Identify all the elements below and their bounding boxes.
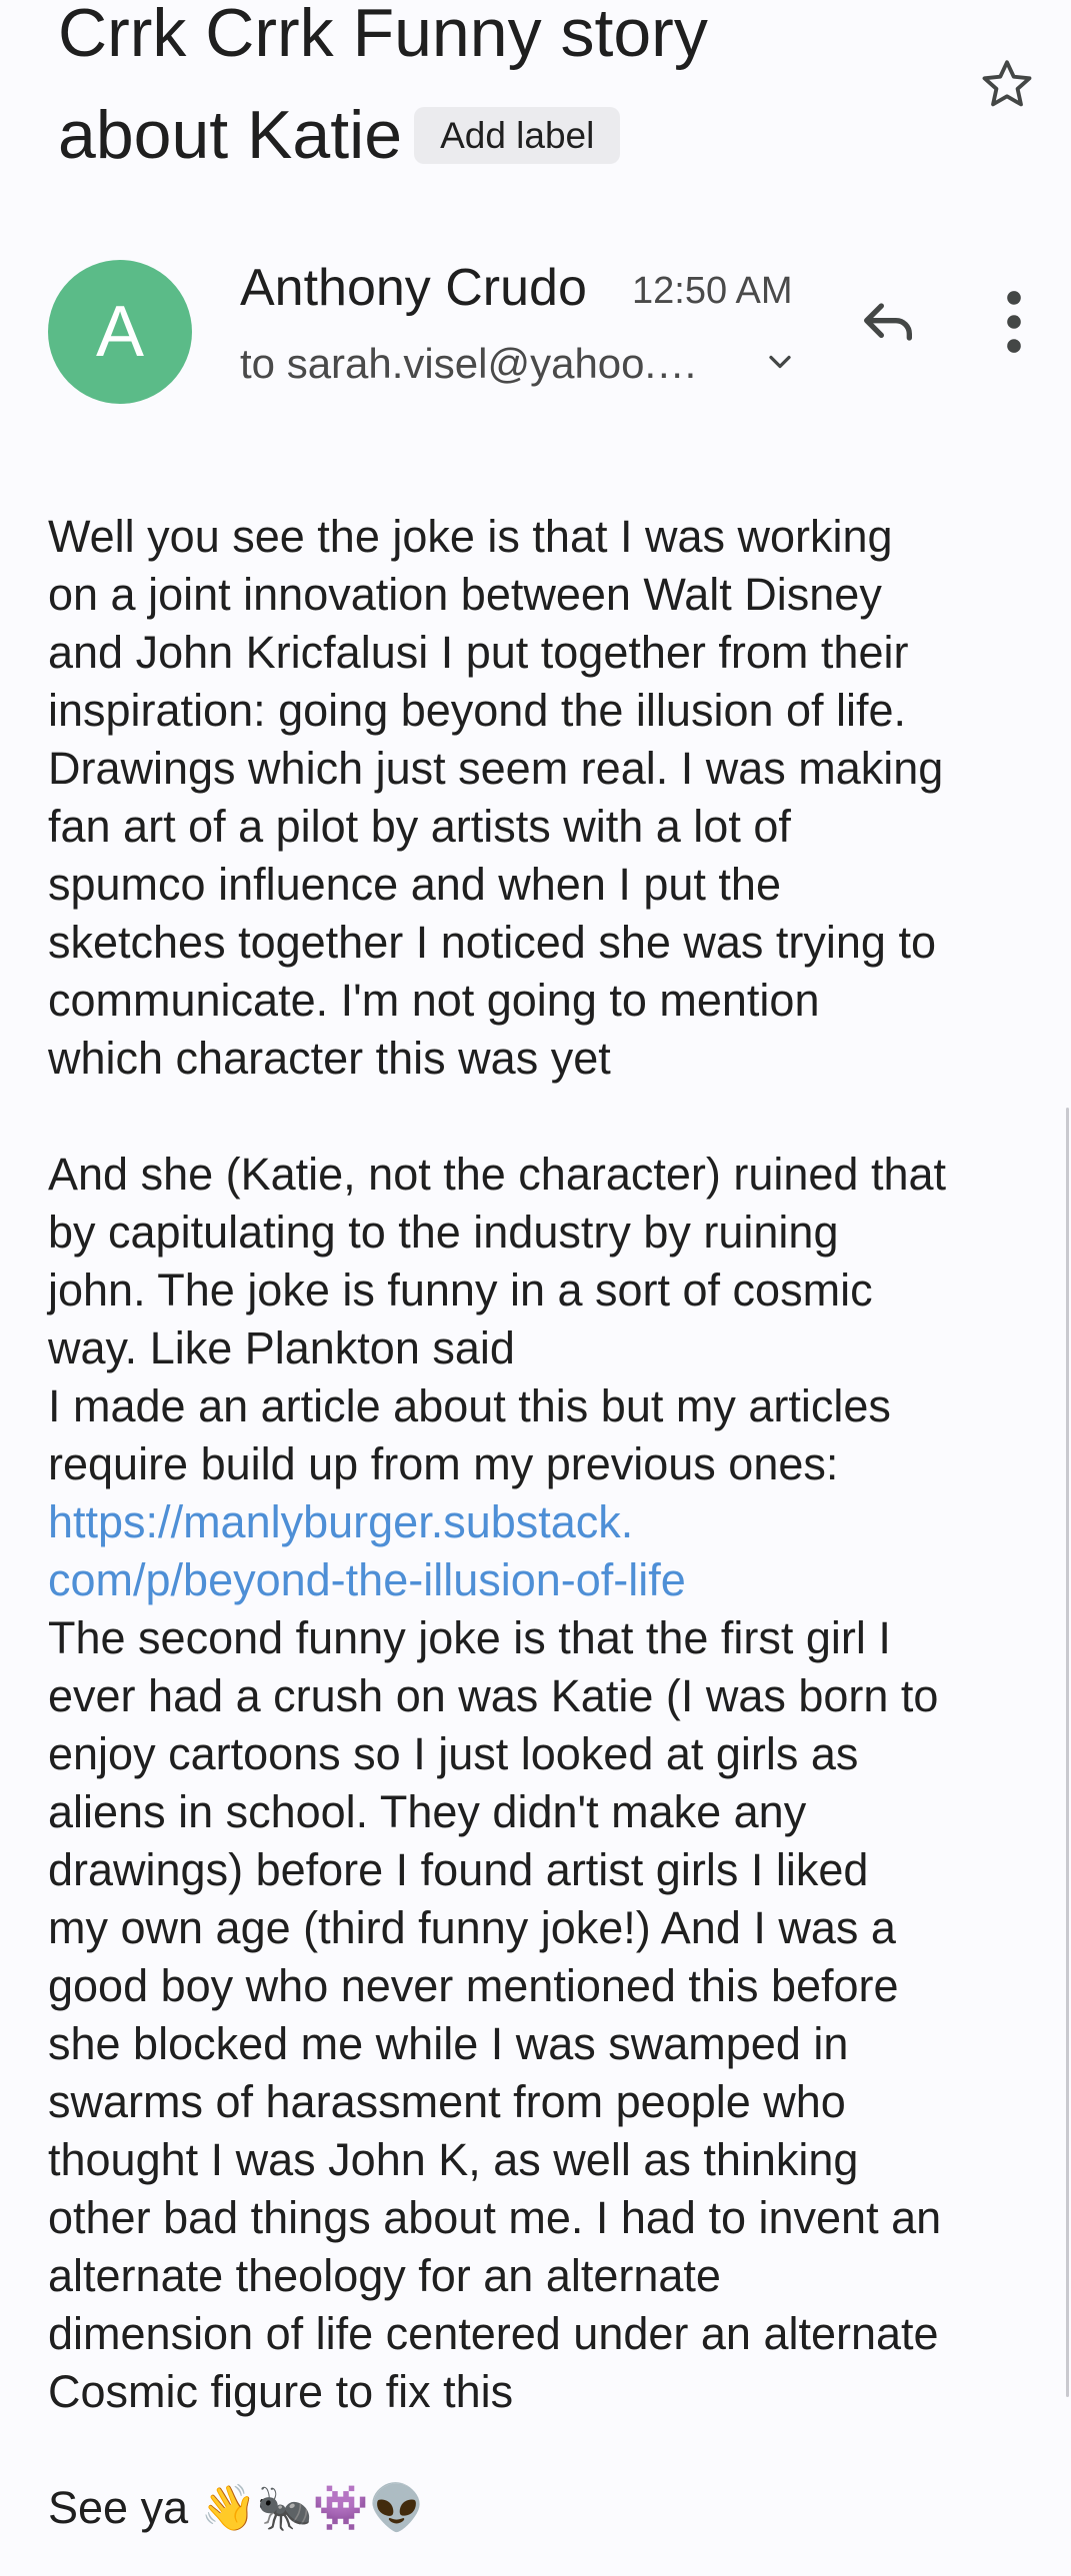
body-line: on a joint innovation between Walt Disne…	[48, 569, 882, 620]
body-line: require build up from my previous ones:	[48, 1438, 839, 1489]
body-line: inspiration: going beyond the illusion o…	[48, 685, 907, 736]
body-line: And she (Katie, not the character) ruine…	[48, 1149, 947, 1200]
body-line: my own age (third funny joke!) And I was…	[48, 1902, 896, 1953]
body-line: john. The joke is funny in a sort of cos…	[48, 1265, 873, 1315]
body-line: spumco influence and when I put the	[48, 859, 781, 910]
add-label-button[interactable]: Add label	[414, 106, 621, 164]
scrollbar[interactable]	[1066, 1108, 1069, 2397]
subject-line-1: Crrk Crrk Funny story	[58, 0, 708, 71]
body-line: alternate theology for an alternate	[48, 2250, 721, 2301]
body-line: ever had a crush on was Katie (I was bor…	[48, 1670, 939, 1721]
body-line: sketches together I noticed she was tryi…	[48, 917, 936, 968]
body-line: by capitulating to the industry by ruini…	[48, 1207, 839, 1258]
body-line: aliens in school. They didn't make any	[48, 1786, 807, 1837]
body-line: The second funny joke is that the first …	[48, 1612, 891, 1663]
email-body: Well you see the joke is that I was work…	[48, 508, 1048, 2537]
body-line: Well you see the joke is that I was work…	[48, 511, 893, 562]
star-icon[interactable]	[976, 54, 1038, 116]
body-line: fan art of a pilot by artists with a lot…	[48, 801, 791, 852]
email-subject: Crrk Crrk Funny story about Katie Add lab…	[58, 0, 938, 186]
sender-name: Anthony Crudo	[240, 259, 587, 317]
body-line: dimension of life centered under an alte…	[48, 2308, 939, 2359]
signoff-line: See ya 👋🐜👾👽	[48, 2482, 425, 2533]
article-link[interactable]: https://manlyburger.substack. com/p/beyo…	[48, 1493, 1048, 1609]
body-line: swarms of harassment from people who	[48, 2076, 846, 2127]
body-line: she blocked me while I was swamped in	[48, 2018, 849, 2069]
subject-line-2: about Katie Add label	[58, 84, 938, 186]
avatar[interactable]: A	[48, 260, 192, 404]
subject-text: about Katie	[58, 97, 403, 173]
body-line: drawings) before I found artist girls I …	[48, 1844, 869, 1895]
article-link-line-2[interactable]: com/p/beyond-the-illusion-of-life	[48, 1551, 1048, 1609]
more-vert-icon[interactable]	[992, 288, 1036, 356]
body-line: other bad things about me. I had to inve…	[48, 2192, 942, 2243]
body-line: Cosmic figure to fix this	[48, 2366, 514, 2417]
article-link-line-1[interactable]: https://manlyburger.substack.	[48, 1493, 1048, 1551]
recipient-details[interactable]: to sarah.visel@yahoo.…	[240, 338, 698, 390]
body-line: thought I was John K, as well as thinkin…	[48, 2134, 859, 2185]
body-line: communicate. I'm not going to mention	[48, 975, 820, 1026]
body-line: good boy who never mentioned this before	[48, 1960, 899, 2011]
body-line: way. Like Plankton said	[48, 1322, 515, 1373]
body-line: Drawings which just seem real. I was mak…	[48, 743, 944, 794]
body-line: enjoy cartoons so I just looked at girls…	[48, 1728, 859, 1779]
email-time: 12:50 AM	[632, 270, 793, 312]
body-line: I made an article about this but my arti…	[48, 1380, 891, 1431]
chevron-down-icon[interactable]	[762, 344, 798, 380]
body-line: and John Kricfalusi I put together from …	[48, 627, 909, 678]
reply-icon[interactable]	[856, 290, 920, 354]
body-line: which character this was yet	[48, 1033, 611, 1084]
